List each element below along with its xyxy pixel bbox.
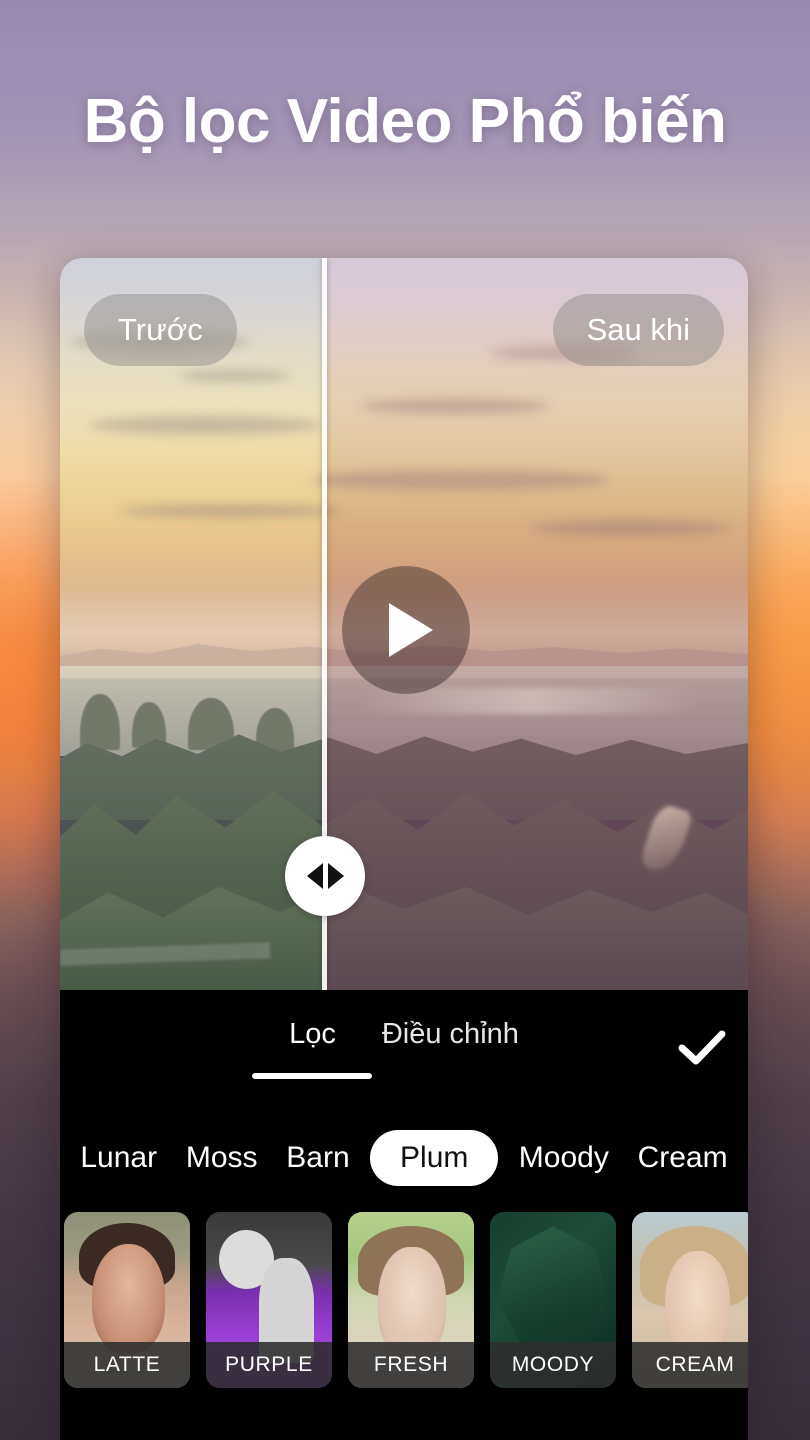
filter-option-plum[interactable]: Plum	[370, 1130, 499, 1186]
editor-panel: Lọc Điều chỉnh Lunar Moss Barn Plum Mood…	[60, 990, 748, 1440]
check-icon	[678, 1030, 726, 1065]
filter-option-moss[interactable]: Moss	[171, 1130, 271, 1186]
play-button[interactable]	[342, 566, 470, 694]
preset-thumbnail-list: LATTE PURPLE FRESH MOODY CREAM	[60, 1212, 748, 1388]
tab-filters-label: Lọc	[289, 1018, 336, 1050]
preset-thumb-moody[interactable]: MOODY	[490, 1212, 616, 1388]
filter-option-moody[interactable]: Moody	[504, 1130, 623, 1186]
thumb-detail	[79, 1222, 175, 1290]
tab-adjust-label: Điều chỉnh	[381, 1018, 519, 1050]
before-label-text: Trước	[118, 312, 203, 347]
before-label-pill: Trước	[84, 294, 237, 366]
confirm-button[interactable]	[674, 1020, 730, 1076]
preset-thumb-label: MOODY	[490, 1342, 616, 1388]
app-card: Trước Sau khi Lọc Điều chỉnh Lunar Moss …	[60, 258, 748, 1440]
preset-thumb-purple[interactable]: PURPLE	[206, 1212, 332, 1388]
after-label-text: Sau khi	[586, 312, 690, 347]
preset-thumb-cream[interactable]: CREAM	[632, 1212, 748, 1388]
tab-filters[interactable]: Lọc	[252, 1018, 373, 1079]
thumb-detail	[358, 1226, 464, 1297]
preset-thumb-label: LATTE	[64, 1342, 190, 1388]
tab-adjust[interactable]: Điều chỉnh	[382, 1018, 519, 1057]
play-icon	[389, 603, 433, 657]
tab-list: Lọc Điều chỉnh	[60, 1018, 748, 1079]
preset-thumb-latte[interactable]: LATTE	[64, 1212, 190, 1388]
arrow-left-icon	[306, 863, 323, 889]
preset-thumb-label: PURPLE	[206, 1342, 332, 1388]
preset-thumb-label: FRESH	[348, 1342, 474, 1388]
arrow-right-icon	[327, 863, 344, 889]
thumb-detail	[639, 1226, 748, 1308]
split-handle[interactable]	[285, 836, 365, 916]
tab-active-indicator	[252, 1073, 373, 1079]
filter-name-list: Lunar Moss Barn Plum Moody Cream	[60, 1130, 748, 1186]
filter-option-cream[interactable]: Cream	[623, 1130, 742, 1186]
filter-option-barn[interactable]: Barn	[272, 1130, 364, 1186]
preset-thumb-fresh[interactable]: FRESH	[348, 1212, 474, 1388]
preset-thumb-label: CREAM	[632, 1342, 748, 1388]
after-label-pill: Sau khi	[552, 294, 724, 366]
before-after-preview[interactable]: Trước Sau khi	[60, 258, 748, 990]
editor-tabbar: Lọc Điều chỉnh	[60, 990, 748, 1090]
filter-option-lunar[interactable]: Lunar	[66, 1130, 171, 1186]
promo-screen: Bộ lọc Video Phổ biến Trước Sau khi Lọc …	[0, 0, 810, 1440]
page-title: Bộ lọc Video Phổ biến	[83, 87, 727, 156]
